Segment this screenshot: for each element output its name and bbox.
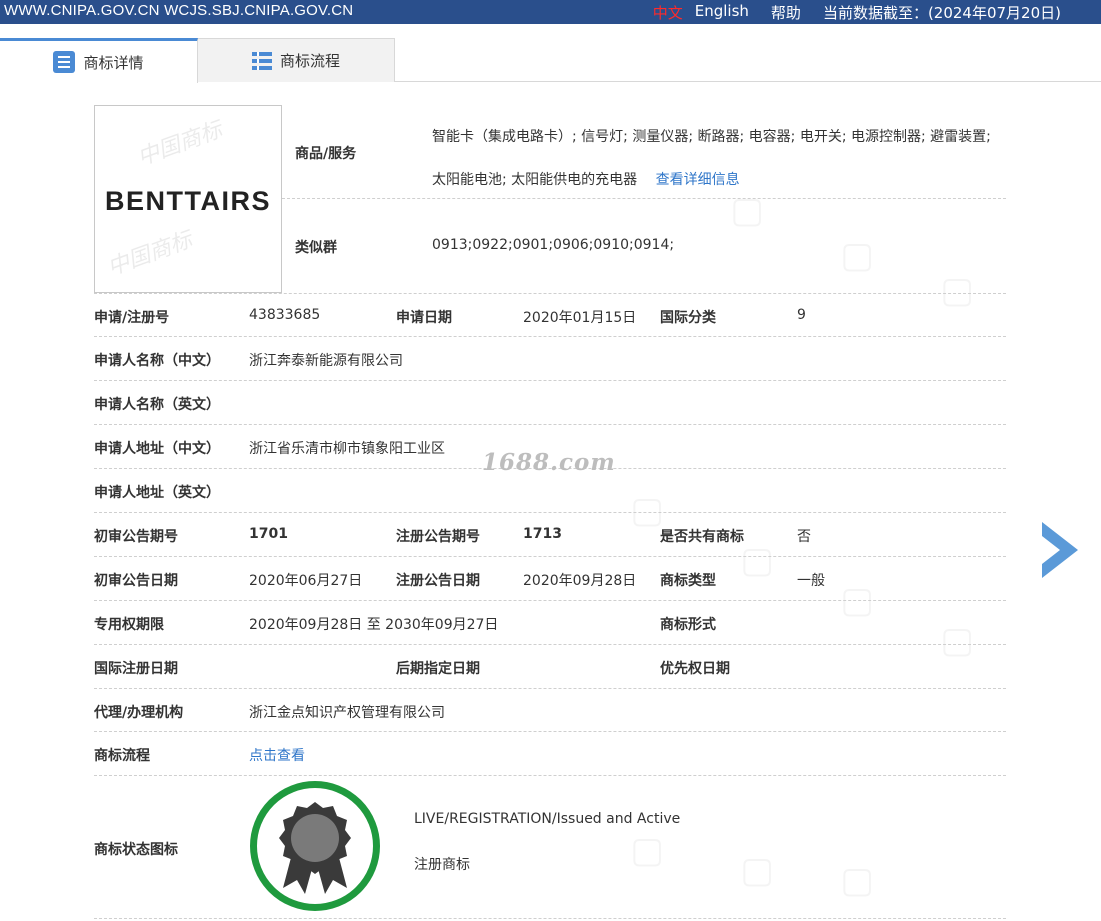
- lang-english-link[interactable]: English: [695, 2, 749, 23]
- applicant-en-label: 申请人名称（英文）: [94, 397, 220, 413]
- background-watermark: ▢: [940, 270, 974, 311]
- detail-icon: [53, 51, 76, 73]
- next-arrow-icon[interactable]: [1042, 522, 1078, 578]
- background-watermark: ▢: [630, 830, 664, 871]
- background-watermark: ▢: [840, 860, 874, 901]
- similar-group-label: 类似群: [295, 240, 337, 256]
- intl-class-label: 国际分类: [660, 310, 716, 326]
- reg-pub-date-value: 2020年09月28日: [523, 573, 637, 589]
- term-value: 2020年09月28日 至 2030年09月27日: [249, 617, 499, 633]
- type-value: 一般: [797, 573, 825, 589]
- prelim-date-label: 初审公告日期: [94, 573, 178, 589]
- background-watermark: ▢: [840, 235, 874, 276]
- agent-value: 浙江金点知识产权管理有限公司: [249, 705, 445, 721]
- similar-group-value: 0913;0922;0901;0906;0910;0914;: [432, 237, 675, 253]
- logo-watermark: 中国商标: [134, 117, 226, 172]
- applicant-cn-value: 浙江奔泰新能源有限公司: [249, 353, 403, 369]
- top-bar: WWW.CNIPA.GOV.CN WCJS.SBJ.CNIPA.GOV.CN 中…: [0, 0, 1101, 24]
- shared-value: 否: [797, 529, 811, 545]
- divider: [94, 731, 1006, 732]
- logo-watermark: 中国商标: [104, 227, 196, 282]
- divider: [94, 556, 1006, 557]
- agent-label: 代理/办理机构: [94, 705, 184, 721]
- reg-pub-no-value: 1713: [523, 526, 562, 542]
- reg-no-value: 43833685: [249, 307, 321, 323]
- top-links: 中文 English 帮助 当前数据截至：(2024年07月20日): [653, 2, 1061, 23]
- view-flow-link[interactable]: 点击查看: [249, 745, 305, 765]
- award-ribbon-icon: [279, 802, 351, 894]
- reg-pub-no-label: 注册公告期号: [396, 529, 480, 545]
- divider: [282, 198, 1006, 199]
- status-cn-value: 注册商标: [414, 857, 470, 873]
- tab-trademark-detail[interactable]: 商标详情: [0, 38, 198, 83]
- reg-pub-date-label: 注册公告日期: [396, 573, 480, 589]
- trademark-image: 中国商标 中国商标 BENTTAIRS: [94, 105, 282, 293]
- tab-label: 商标详情: [83, 53, 144, 72]
- app-date-value: 2020年01月15日: [523, 310, 637, 326]
- tab-bar: 商标详情 商标流程: [0, 38, 1101, 83]
- prelim-no-label: 初审公告期号: [94, 529, 178, 545]
- status-en-value: LIVE/REGISTRATION/Issued and Active: [414, 811, 681, 827]
- site-watermark-text: 1688.com: [482, 449, 616, 476]
- address-cn-value: 浙江省乐清市柳市镇象阳工业区: [249, 441, 445, 457]
- divider: [94, 424, 1006, 425]
- divider: [94, 336, 1006, 337]
- divider: [94, 644, 1006, 645]
- tab-trademark-flow[interactable]: 商标流程: [198, 38, 395, 82]
- later-date-label: 后期指定日期: [396, 661, 480, 677]
- term-label: 专用权期限: [94, 617, 164, 633]
- address-cn-label: 申请人地址（中文）: [94, 441, 220, 457]
- background-watermark: ▢: [740, 540, 774, 581]
- prelim-date-value: 2020年06月27日: [249, 573, 363, 589]
- lang-chinese-link[interactable]: 中文: [653, 2, 683, 23]
- form-label: 商标形式: [660, 617, 716, 633]
- shared-label: 是否共有商标: [660, 529, 744, 545]
- background-watermark: ▢: [940, 620, 974, 661]
- view-details-link[interactable]: 查看详细信息: [656, 172, 740, 188]
- intl-class-value: 9: [797, 307, 806, 323]
- divider: [94, 775, 1006, 776]
- reg-no-label: 申请/注册号: [94, 310, 170, 326]
- status-icon-label: 商标状态图标: [94, 842, 178, 858]
- prelim-no-value: 1701: [249, 526, 288, 542]
- help-link[interactable]: 帮助: [771, 2, 801, 23]
- data-date-text: 当前数据截至：(2024年07月20日): [822, 4, 1061, 22]
- goods-value: 智能卡（集成电路卡）; 信号灯; 测量仪器; 断路器; 电容器; 电开关; 电源…: [432, 116, 1002, 202]
- background-watermark: ▢: [740, 850, 774, 891]
- goods-label: 商品/服务: [295, 146, 357, 162]
- site-domains: WWW.CNIPA.GOV.CN WCJS.SBJ.CNIPA.GOV.CN: [4, 2, 354, 19]
- divider: [94, 918, 1006, 919]
- divider: [94, 600, 1006, 601]
- tab-label: 商标流程: [279, 52, 340, 70]
- priority-date-label: 优先权日期: [660, 661, 730, 677]
- divider: [94, 293, 1006, 294]
- address-en-label: 申请人地址（英文）: [94, 485, 220, 501]
- flow-label: 商标流程: [94, 748, 150, 764]
- list-icon: [251, 51, 272, 70]
- trademark-logo-text: BENTTAIRS: [105, 186, 271, 216]
- divider: [94, 380, 1006, 381]
- divider: [94, 688, 1006, 689]
- app-date-label: 申请日期: [396, 310, 452, 326]
- divider: [94, 512, 1006, 513]
- applicant-cn-label: 申请人名称（中文）: [94, 353, 220, 369]
- background-watermark: ▢: [630, 490, 664, 531]
- type-label: 商标类型: [660, 573, 716, 589]
- registered-status-badge: [250, 781, 380, 911]
- intl-reg-date-label: 国际注册日期: [94, 661, 178, 677]
